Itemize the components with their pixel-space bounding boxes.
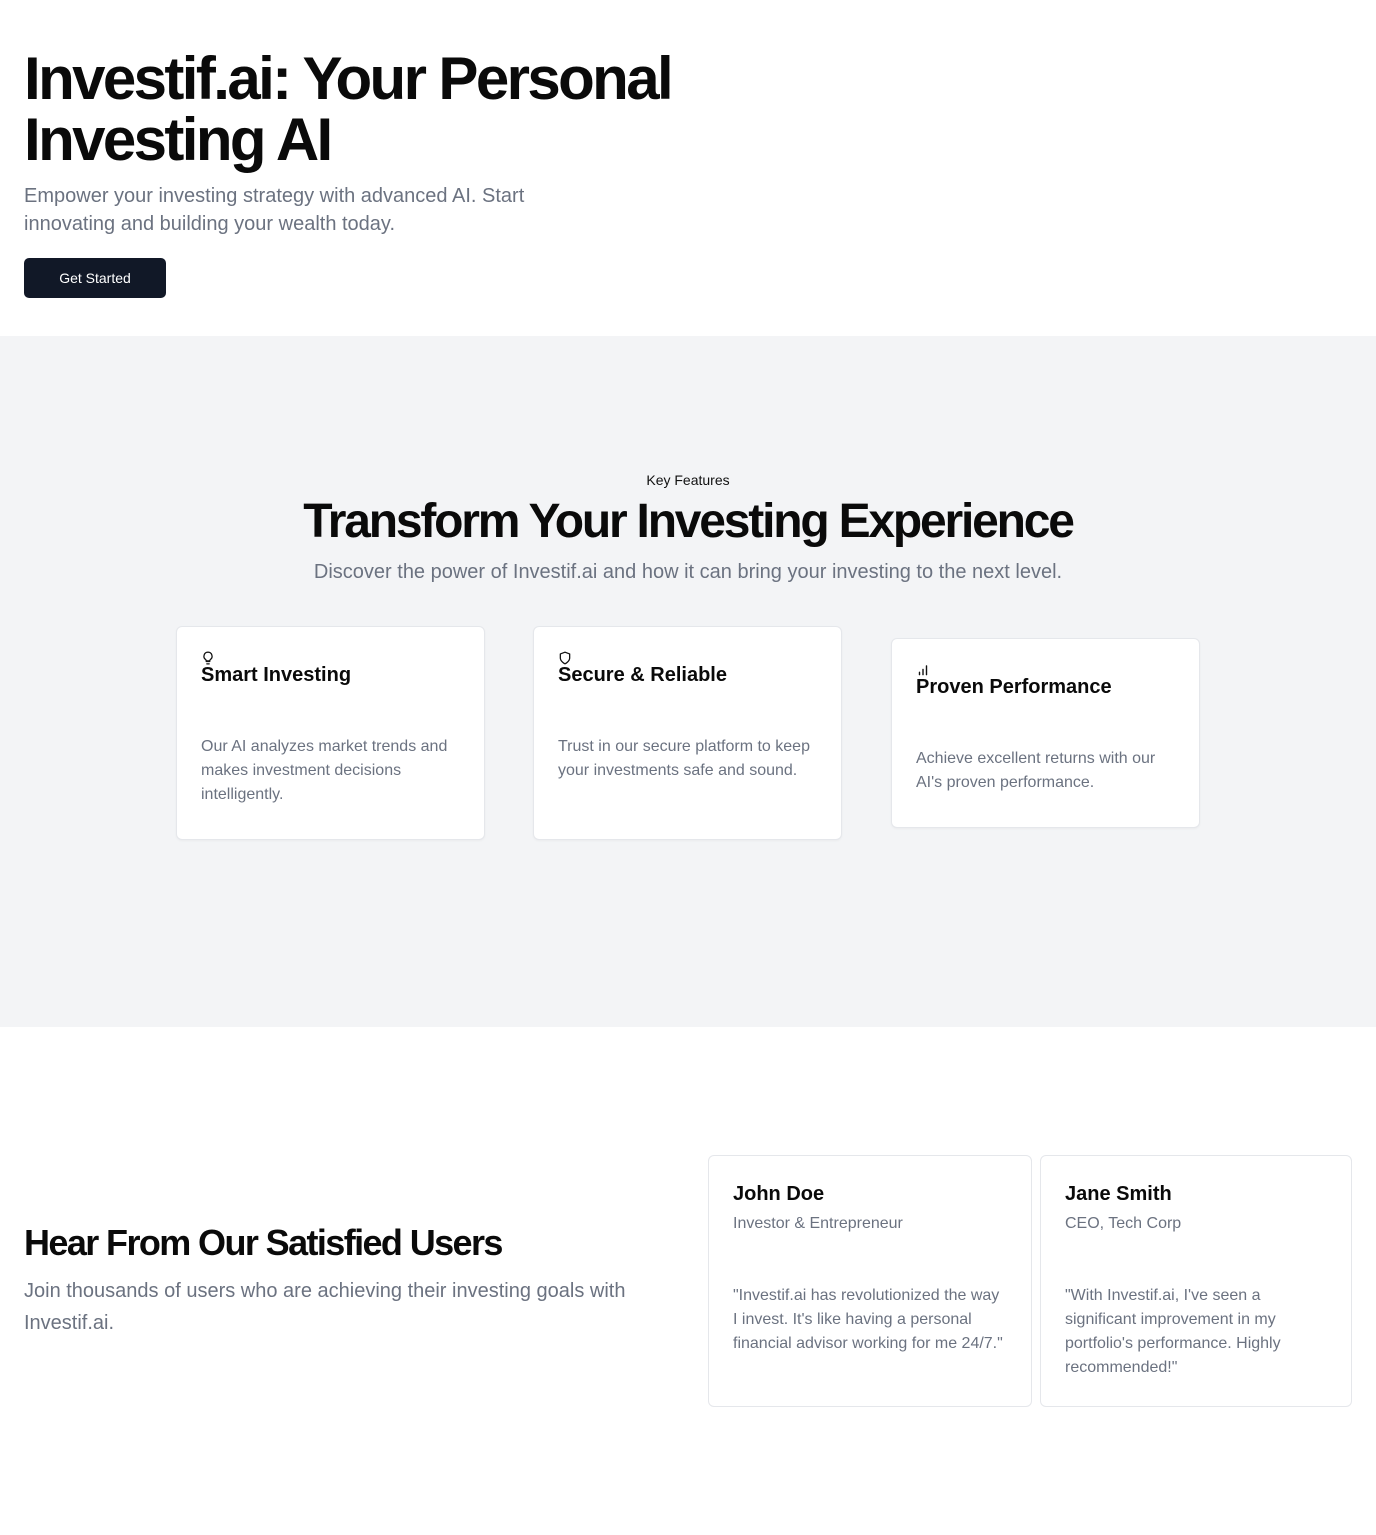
features-eyebrow: Key Features: [646, 472, 730, 488]
features-section: Key Features Transform Your Investing Ex…: [0, 336, 1376, 1027]
feature-title: Proven Performance: [916, 676, 1112, 698]
feature-text: Trust in our secure platform to keep you…: [558, 738, 810, 779]
feature-title: Secure & Reliable: [558, 664, 727, 686]
testimonials-title: Hear From Our Satisfied Users: [24, 1222, 503, 1263]
feature-cards: Smart Investing Our AI analyzes market t…: [176, 626, 1200, 866]
feature-card-proven-performance: Proven Performance Achieve excellent ret…: [891, 638, 1200, 828]
hero-title: Investif.ai: Your Personal Investing AI: [24, 45, 674, 173]
features-title: Transform Your Investing Experience: [303, 495, 1075, 548]
testimonial-card-jane-smith: Jane Smith CEO, Tech Corp "With Investif…: [1040, 1155, 1352, 1407]
testimonials-lead: Join thousands of users who are achievin…: [24, 1280, 626, 1334]
feature-text: Our AI analyzes market trends and makes …: [201, 738, 448, 803]
features-lead: Discover the power of Investif.ai and ho…: [313, 561, 1063, 583]
feature-card-secure-reliable: Secure & Reliable Trust in our secure pl…: [533, 626, 842, 840]
feature-text: Achieve excellent returns with our AI's …: [916, 750, 1156, 791]
testimonial-role: CEO, Tech Corp: [1065, 1215, 1182, 1232]
testimonial-quote: "With Investif.ai, I've seen a significa…: [1065, 1287, 1281, 1376]
testimonials-intro: Hear From Our Satisfied Users Join thous…: [24, 1223, 664, 1339]
feature-card-smart-investing: Smart Investing Our AI analyzes market t…: [176, 626, 485, 840]
feature-title: Smart Investing: [201, 664, 352, 686]
get-started-button[interactable]: Get Started: [24, 258, 166, 298]
testimonial-name: Jane Smith: [1065, 1183, 1172, 1205]
testimonials-section: Hear From Our Satisfied Users Join thous…: [0, 1027, 1376, 1535]
testimonial-quote: "Investif.ai has revolutionized the way …: [733, 1287, 1003, 1352]
testimonial-name: John Doe: [733, 1183, 825, 1205]
testimonial-card-john-doe: John Doe Investor & Entrepreneur "Invest…: [708, 1155, 1032, 1407]
testimonial-role: Investor & Entrepreneur: [733, 1215, 903, 1232]
hero-section: Investif.ai: Your Personal Investing AI …: [0, 0, 1376, 336]
hero-subtitle: Empower your investing strategy with adv…: [24, 185, 525, 235]
